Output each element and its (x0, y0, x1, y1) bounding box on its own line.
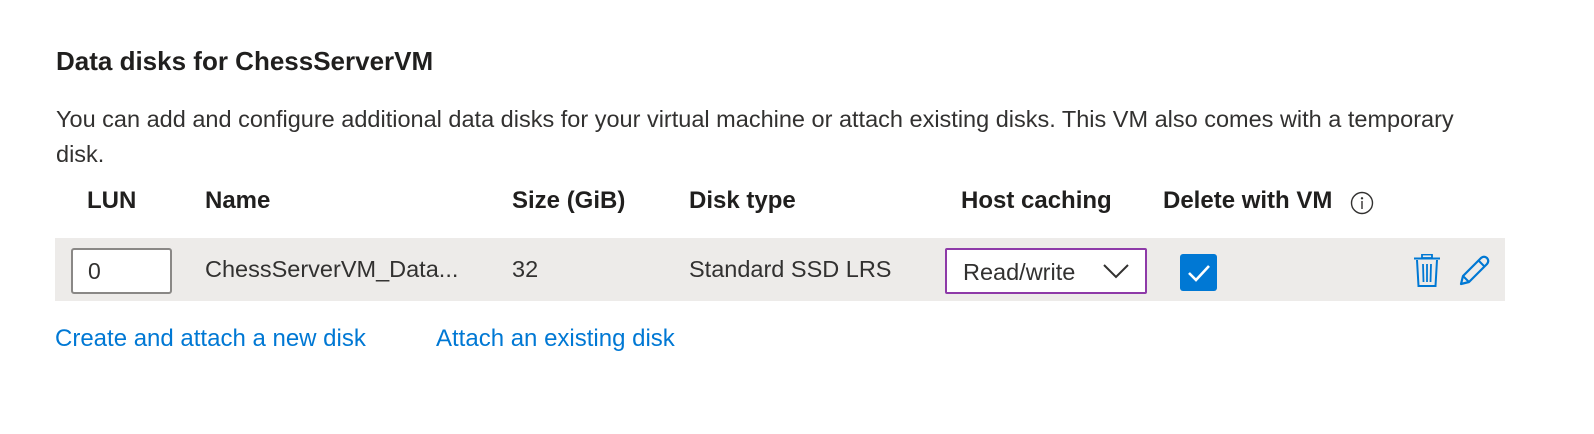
chevron-down-icon (1101, 262, 1131, 280)
section-description: You can add and configure additional dat… (56, 106, 1454, 167)
host-caching-value: Read/write (963, 259, 1076, 285)
column-header-size: Size (GiB) (512, 187, 626, 214)
lun-input[interactable] (71, 248, 172, 294)
create-attach-disk-link[interactable]: Create and attach a new disk (55, 325, 366, 353)
disk-name-cell: ChessServerVM_Data... (205, 256, 459, 282)
disk-type-cell: Standard SSD LRS (689, 256, 892, 282)
column-header-host-caching: Host caching (961, 187, 1112, 214)
disk-size-cell: 32 (512, 256, 539, 282)
column-header-name: Name (205, 187, 271, 214)
attach-existing-disk-link[interactable]: Attach an existing disk (436, 325, 675, 353)
pencil-icon[interactable] (1457, 254, 1491, 293)
column-header-disk-type: Disk type (689, 187, 796, 214)
checkmark-icon (1188, 265, 1210, 282)
delete-with-vm-checkbox[interactable] (1180, 254, 1217, 291)
column-header-lun: LUN (87, 187, 137, 214)
column-header-delete-with-vm: Delete with VM (1163, 187, 1333, 214)
trash-icon[interactable] (1413, 253, 1441, 293)
host-caching-dropdown[interactable]: Read/write (945, 248, 1147, 294)
info-icon[interactable] (1350, 191, 1374, 215)
section-title: Data disks for ChessServerVM (56, 46, 434, 76)
